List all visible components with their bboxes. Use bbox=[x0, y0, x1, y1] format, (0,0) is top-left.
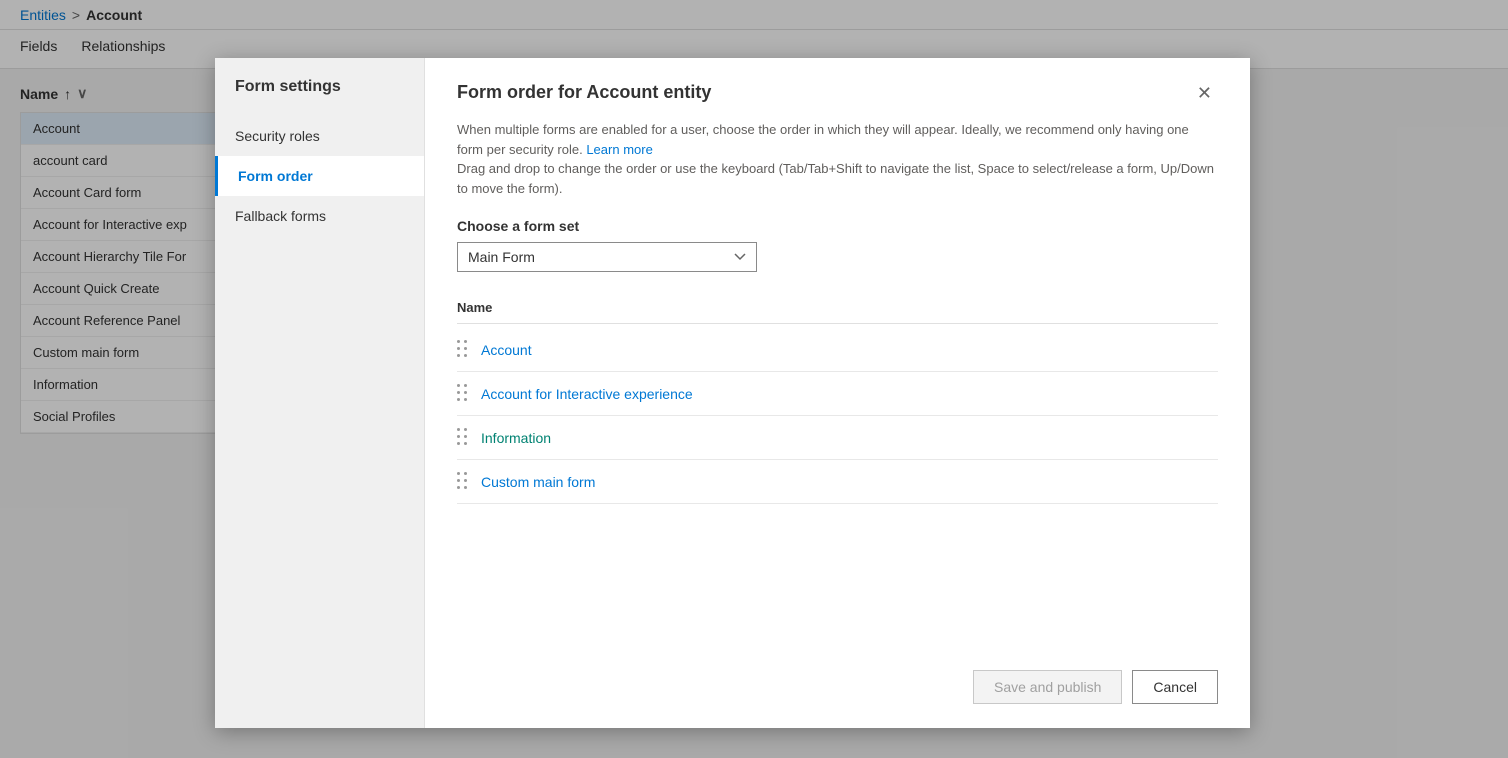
form-item-name-2[interactable]: Information bbox=[481, 430, 551, 446]
save-publish-button[interactable]: Save and publish bbox=[973, 670, 1122, 704]
form-item-name-3[interactable]: Custom main form bbox=[481, 474, 595, 490]
form-item-name-1[interactable]: Account for Interactive experience bbox=[481, 386, 693, 402]
form-item-name-0[interactable]: Account bbox=[481, 342, 532, 358]
modal-main-content: Form order for Account entity ✕ When mul… bbox=[425, 58, 1250, 728]
sidebar-title: Form settings bbox=[215, 78, 424, 116]
form-list-item-1[interactable]: Account for Interactive experience bbox=[457, 372, 1218, 416]
form-list-item-2[interactable]: Information bbox=[457, 416, 1218, 460]
sidebar-item-fallback-forms[interactable]: Fallback forms bbox=[215, 196, 424, 236]
modal-footer: Save and publish Cancel bbox=[973, 670, 1218, 704]
form-list-item-0[interactable]: Account bbox=[457, 328, 1218, 372]
close-button[interactable]: ✕ bbox=[1191, 82, 1218, 104]
sidebar-item-form-order[interactable]: Form order bbox=[215, 156, 424, 196]
form-set-label: Choose a form set bbox=[457, 218, 1218, 234]
modal-header: Form order for Account entity ✕ bbox=[457, 82, 1218, 104]
description-text-1: When multiple forms are enabled for a us… bbox=[457, 122, 1189, 157]
learn-more-link[interactable]: Learn more bbox=[586, 142, 652, 157]
drag-handle-3[interactable] bbox=[457, 472, 469, 491]
form-list-header: Name bbox=[457, 292, 1218, 324]
cancel-button[interactable]: Cancel bbox=[1132, 670, 1218, 704]
modal-title: Form order for Account entity bbox=[457, 82, 711, 103]
form-list-item-3[interactable]: Custom main form bbox=[457, 460, 1218, 504]
description-text-2: Drag and drop to change the order or use… bbox=[457, 161, 1214, 196]
drag-handle-0[interactable] bbox=[457, 340, 469, 359]
sidebar-item-security-roles[interactable]: Security roles bbox=[215, 116, 424, 156]
drag-handle-2[interactable] bbox=[457, 428, 469, 447]
form-settings-modal: Form settings Security roles Form order … bbox=[215, 58, 1250, 728]
modal-sidebar: Form settings Security roles Form order … bbox=[215, 58, 425, 728]
form-set-dropdown[interactable]: Main Form Quick Create Card Form bbox=[457, 242, 757, 272]
modal-description: When multiple forms are enabled for a us… bbox=[457, 120, 1218, 198]
drag-handle-1[interactable] bbox=[457, 384, 469, 403]
